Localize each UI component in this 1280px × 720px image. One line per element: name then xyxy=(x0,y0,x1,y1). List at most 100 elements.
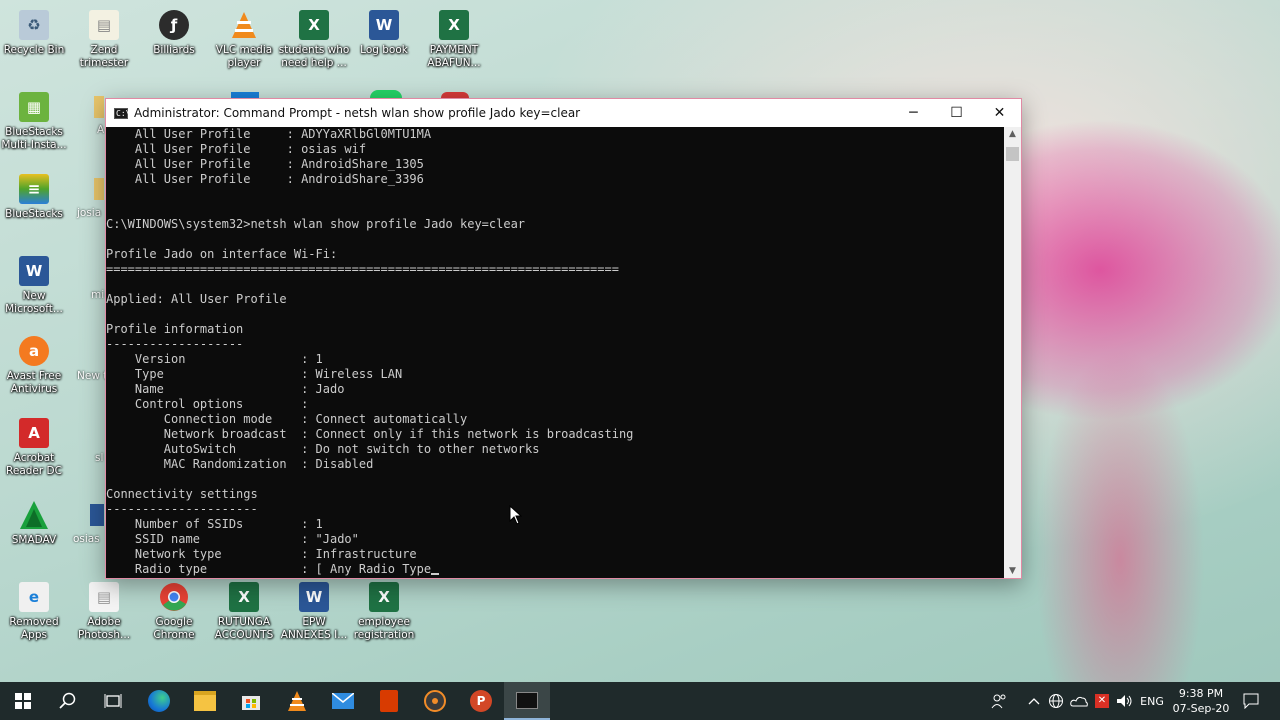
task-view-button[interactable] xyxy=(90,682,136,720)
console-line: Applied: All User Profile xyxy=(106,292,287,306)
antivirus-alert-icon[interactable]: ✕ xyxy=(1091,682,1113,720)
desktop-icon-avast[interactable]: a Avast Free Antivirus xyxy=(0,330,68,400)
partial-label-mi: mi xyxy=(91,289,105,301)
partial-folder-icon xyxy=(94,178,104,200)
desktop-icon-zend-trimester[interactable]: ▤ Zend trimester xyxy=(70,4,138,74)
partial-folder-icon xyxy=(94,96,104,118)
network-globe-icon[interactable] xyxy=(1046,682,1066,720)
partial-whatsapp-icon xyxy=(370,90,402,98)
desktop-icon-bluestacks[interactable]: ≡ BlueStacks xyxy=(0,168,68,238)
taskbar-file-explorer[interactable] xyxy=(182,682,228,720)
console-line: All User Profile : osias wif xyxy=(106,142,367,156)
taskbar-office[interactable] xyxy=(366,682,412,720)
desktop-icon-vlc[interactable]: VLC media player xyxy=(210,4,278,74)
vertical-scrollbar[interactable]: ▲ ▼ xyxy=(1004,127,1021,578)
word-icon: W xyxy=(19,256,49,286)
store-icon xyxy=(242,696,260,710)
console-line: Type : Wireless LAN xyxy=(106,367,403,381)
console-line: C:\WINDOWS\system32>netsh wlan show prof… xyxy=(106,217,526,231)
maximize-button[interactable]: ☐ xyxy=(935,99,978,127)
edge-icon: e xyxy=(19,582,49,612)
command-prompt-window[interactable]: C:\ Administrator: Command Prompt - nets… xyxy=(105,98,1022,579)
taskbar-command-prompt[interactable] xyxy=(504,682,550,720)
desktop-icon-new-microsoft[interactable]: W New Microsoft... xyxy=(0,250,68,320)
excel-icon: X xyxy=(229,582,259,612)
clock[interactable]: 9:38 PM 07-Sep-20 xyxy=(1168,682,1234,720)
taskbar-vlc[interactable] xyxy=(274,682,320,720)
desktop-icon-log-book[interactable]: W Log book xyxy=(350,4,418,74)
file-explorer-icon xyxy=(194,691,216,711)
console-line: Control options : xyxy=(106,397,309,411)
edge-icon xyxy=(148,690,170,712)
office-icon xyxy=(380,690,398,712)
word-icon: W xyxy=(299,582,329,612)
desktop-icon-payment[interactable]: X PAYMENT ABAFUN... xyxy=(420,4,488,74)
chrome-icon xyxy=(159,582,189,612)
document-icon: ▤ xyxy=(89,10,119,40)
taskbar-powerpoint[interactable]: P xyxy=(458,682,504,720)
console-line: --------------------- xyxy=(106,502,258,516)
close-button[interactable]: ✕ xyxy=(978,99,1021,127)
taskbar-edge[interactable] xyxy=(136,682,182,720)
start-button[interactable] xyxy=(0,682,46,720)
volume-icon[interactable] xyxy=(1114,682,1136,720)
language-indicator[interactable]: ENG xyxy=(1138,682,1166,720)
desktop-icon-students[interactable]: X students who need help ... xyxy=(279,4,349,74)
scroll-down-arrow-icon[interactable]: ▼ xyxy=(1004,564,1021,578)
console-line: Profile information xyxy=(106,322,244,336)
document-icon: ▤ xyxy=(89,582,119,612)
word-icon: W xyxy=(369,10,399,40)
scroll-up-arrow-icon[interactable]: ▲ xyxy=(1004,127,1021,141)
mouse-pointer-icon xyxy=(509,505,523,525)
task-view-icon xyxy=(104,694,122,708)
console-line: AutoSwitch : Do not switch to other netw… xyxy=(106,442,540,456)
acrobat-icon: A xyxy=(19,418,49,448)
title-bar[interactable]: C:\ Administrator: Command Prompt - nets… xyxy=(106,99,1021,127)
desktop-icon-smadav[interactable]: SMADAV xyxy=(0,494,68,564)
desktop-icon-acrobat[interactable]: A Acrobat Reader DC xyxy=(0,412,68,482)
show-hidden-icons-icon[interactable] xyxy=(1024,682,1044,720)
start-icon xyxy=(15,693,31,709)
partial-label-newt: New t xyxy=(77,370,108,382)
people-icon[interactable] xyxy=(988,682,1010,720)
bluestacks-icon: ≡ xyxy=(19,174,49,204)
action-center-icon[interactable] xyxy=(1236,682,1266,720)
desktop-icon-adobe-photoshop[interactable]: ▤ Adobe Photosh... xyxy=(70,576,138,646)
desktop-icon-bluestacks-multi[interactable]: ▦ BlueStacks Multi-Insta... xyxy=(0,86,68,156)
console-line: All User Profile : AndroidShare_1305 xyxy=(106,157,424,171)
desktop-icon-chrome[interactable]: Google Chrome xyxy=(140,576,208,646)
console-line: All User Profile : AndroidShare_3396 xyxy=(106,172,424,186)
desktop-icon-employee-registration[interactable]: X employee registration xyxy=(350,576,418,646)
taskbar-mail[interactable] xyxy=(320,682,366,720)
smadav-icon xyxy=(19,500,49,530)
desktop-icon-recycle-bin[interactable]: ♻ Recycle Bin xyxy=(0,4,68,74)
partial-label-osias: osias xyxy=(73,533,100,545)
desktop-icon-billiards[interactable]: ƒ Billiards xyxy=(140,4,208,74)
powerpoint-icon: P xyxy=(470,690,492,712)
partial-word-icon xyxy=(90,504,104,526)
console-line: Network broadcast : Connect only if this… xyxy=(106,427,634,441)
console-line: Connection mode : Connect automatically xyxy=(106,412,468,426)
vlc-icon xyxy=(229,10,259,40)
taskbar-store[interactable] xyxy=(228,682,274,720)
console-line: Connectivity settings xyxy=(106,487,258,501)
desktop-icon-removed-apps[interactable]: e Removed Apps xyxy=(0,576,68,646)
onedrive-icon[interactable] xyxy=(1068,682,1090,720)
command-prompt-icon xyxy=(516,691,538,709)
scroll-thumb[interactable] xyxy=(1006,147,1019,161)
minimize-button[interactable]: ─ xyxy=(892,99,935,127)
clock-date: 07-Sep-20 xyxy=(1172,702,1230,715)
console-output[interactable]: All User Profile : ADYYaXRlbGl0MTU1MA Al… xyxy=(106,127,1003,578)
desktop-icon-rutunga-accounts[interactable]: X RUTUNGA ACCOUNTS xyxy=(210,576,278,646)
partial-label-sl: sl xyxy=(95,452,104,464)
desktop-icon-epw-annexes[interactable]: W EPW ANNEXES I... xyxy=(280,576,348,646)
taskbar-media-player[interactable] xyxy=(412,682,458,720)
text-cursor xyxy=(431,573,440,575)
console-line: Name : Jado xyxy=(106,382,345,396)
search-button[interactable] xyxy=(45,682,91,720)
console-line: Version : 1 xyxy=(106,352,323,366)
console-line: ========================================… xyxy=(106,262,619,276)
